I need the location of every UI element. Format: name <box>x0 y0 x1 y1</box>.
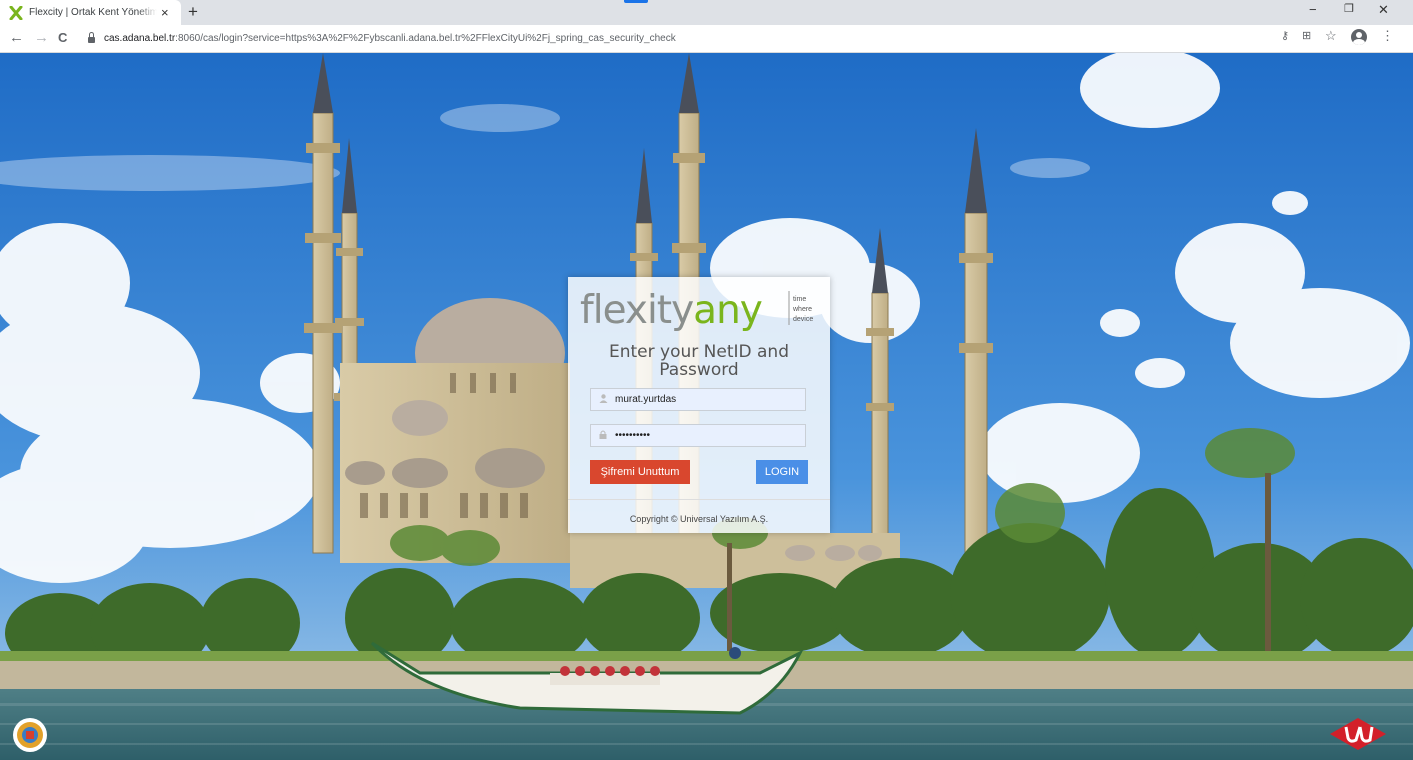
login-button[interactable]: LOGIN <box>756 460 808 484</box>
close-tab-icon[interactable]: × <box>161 6 169 19</box>
url-host: cas.adana.bel.tr <box>104 32 176 44</box>
address-bar[interactable]: cas.adana.bel.tr:8060/cas/login?service=… <box>80 28 1260 48</box>
flexcity-favicon-icon <box>9 5 23 20</box>
lock-icon[interactable] <box>88 32 95 43</box>
copyright-text: Copyright © Universal Yazılım A.Ş. <box>629 514 769 524</box>
adana-municipality-logo-icon <box>13 718 47 752</box>
browser-tab[interactable]: Flexcity | Ortak Kent Yönetim Platformu … <box>0 0 181 25</box>
logo-tagline-2: where <box>792 306 812 313</box>
window-close-icon[interactable]: ✕ <box>1378 3 1389 16</box>
key-icon[interactable]: ⚷ <box>1281 31 1289 42</box>
login-panel: flexityany time where device Enter your … <box>568 277 830 533</box>
forward-icon[interactable]: → <box>34 30 49 45</box>
password-input[interactable] <box>615 430 795 441</box>
lock-field-icon <box>595 430 611 441</box>
username-input[interactable] <box>615 394 795 405</box>
heading-line-1: Enter your NetID and <box>609 342 789 362</box>
browser-toolbar: ← → C cas.adana.bel.tr:8060/cas/login?se… <box>0 25 1413 53</box>
bookmark-star-icon[interactable]: ☆ <box>1325 29 1337 42</box>
translate-icon[interactable]: ⊞ <box>1302 31 1311 42</box>
logo-any-text: any <box>693 288 762 333</box>
minimize-icon[interactable]: − <box>1309 3 1317 16</box>
back-icon[interactable]: ← <box>9 30 24 45</box>
logo-main-text: flexity <box>580 288 693 333</box>
logo-tagline-3: device <box>793 316 813 323</box>
logo-tagline-1: time <box>793 296 806 303</box>
divider <box>568 499 830 500</box>
flexityany-logo: flexityany time where device <box>580 288 813 333</box>
tab-strip: Flexcity | Ortak Kent Yönetim Platformu … <box>0 0 1413 25</box>
login-page: flexityany time where device Enter your … <box>0 53 1413 760</box>
tab-title: Flexcity | Ortak Kent Yönetim Platformu <box>29 7 157 18</box>
reload-icon[interactable]: C <box>58 31 67 44</box>
browser-menu-icon[interactable]: ⋮ <box>1381 29 1394 42</box>
profile-avatar-icon[interactable] <box>1351 29 1367 45</box>
restore-icon[interactable]: ❐ <box>1344 4 1354 15</box>
username-field[interactable] <box>590 388 806 411</box>
forgot-password-button[interactable]: Şifremi Unuttum <box>590 460 690 484</box>
url-path: :8060/cas/login?service=https%3A%2F%2Fyb… <box>175 32 676 44</box>
password-field[interactable] <box>590 424 806 447</box>
universal-logo-icon <box>1330 718 1386 750</box>
url-text[interactable]: cas.adana.bel.tr:8060/cas/login?service=… <box>104 33 676 44</box>
logo-text: flexityany <box>580 288 762 333</box>
heading-line-2: Password <box>659 360 739 380</box>
new-tab-icon[interactable]: + <box>188 3 198 20</box>
tab-indicator <box>624 0 648 3</box>
user-icon <box>595 394 611 405</box>
login-heading: Enter your NetID and Password <box>568 343 830 379</box>
